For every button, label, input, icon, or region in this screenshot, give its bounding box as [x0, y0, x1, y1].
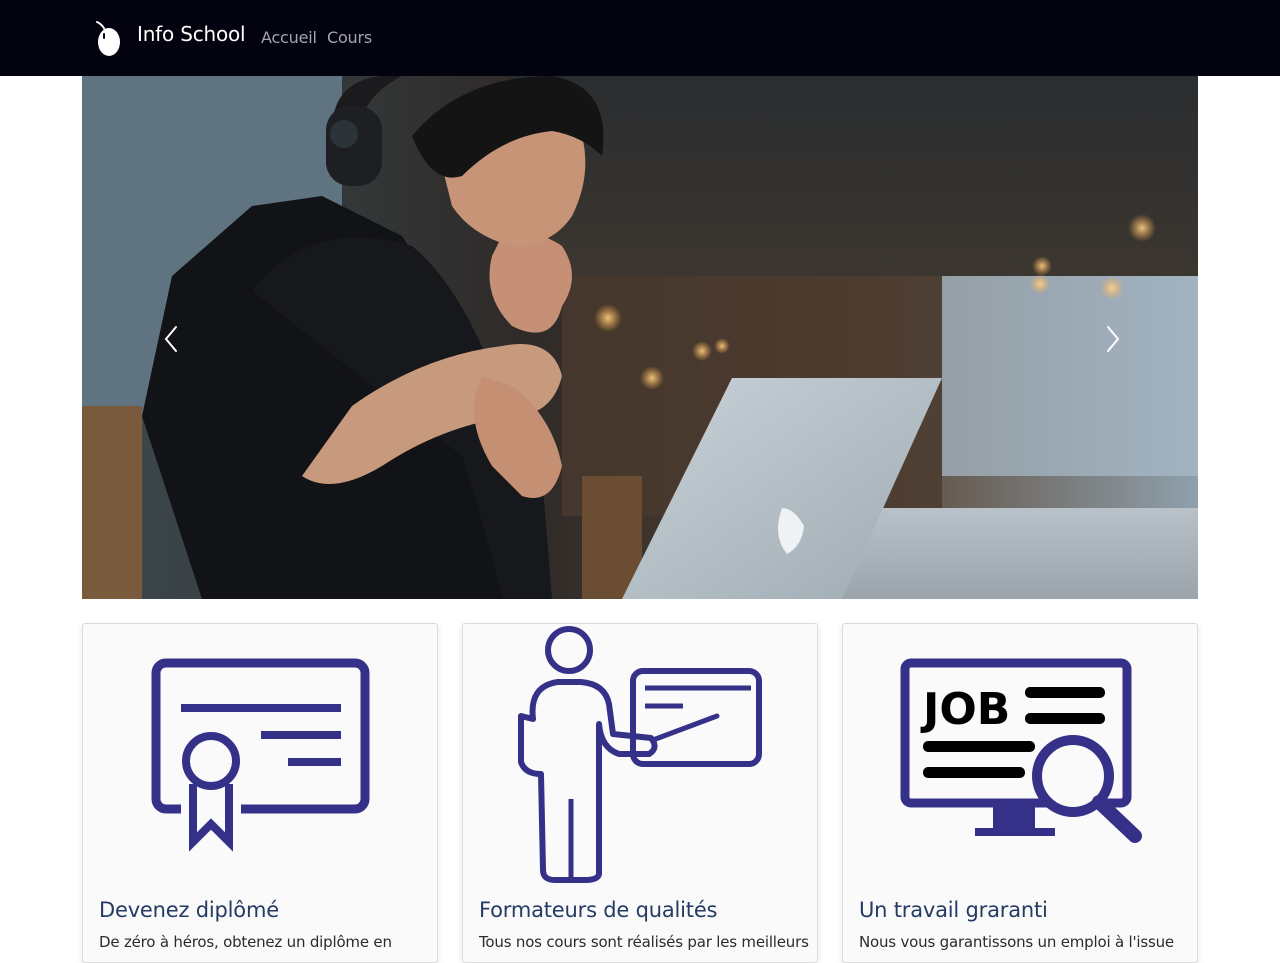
- feature-card-trainers: Formateurs de qualités Tous nos cours so…: [462, 623, 818, 963]
- feature-card-job: JOB Un travail graranti Nous vous garant…: [842, 623, 1198, 963]
- nav-link-cours[interactable]: Cours: [327, 28, 372, 47]
- card-text: Nous vous garantissons un emploi à l'iss…: [859, 933, 1174, 951]
- mouse-logo-icon[interactable]: [94, 20, 124, 58]
- chevron-left-icon: [164, 326, 177, 352]
- card-text: De zéro à héros, obtenez un diplôme en: [99, 933, 392, 951]
- navbar: Info School Accueil Cours: [0, 0, 1280, 76]
- brand-name[interactable]: Info School: [137, 22, 246, 46]
- card-title: Formateurs de qualités: [479, 898, 718, 922]
- nav-link-accueil[interactable]: Accueil: [261, 28, 317, 47]
- hero-carousel: [82, 76, 1198, 599]
- feature-card-diploma: Devenez diplômé De zéro à héros, obtenez…: [82, 623, 438, 963]
- carousel-prev-button[interactable]: [142, 314, 202, 364]
- card-title: Un travail graranti: [859, 898, 1048, 922]
- hero-image: [82, 76, 1198, 599]
- svg-text:JOB: JOB: [920, 684, 1010, 735]
- job-search-icon: JOB: [900, 658, 1142, 843]
- chevron-right-icon: [1107, 326, 1120, 352]
- teacher-icon: [518, 626, 762, 883]
- carousel-next-button[interactable]: [1082, 314, 1142, 364]
- diploma-icon: [151, 658, 370, 852]
- card-text: Tous nos cours sont réalisés par les mei…: [479, 933, 809, 951]
- card-title: Devenez diplômé: [99, 898, 279, 922]
